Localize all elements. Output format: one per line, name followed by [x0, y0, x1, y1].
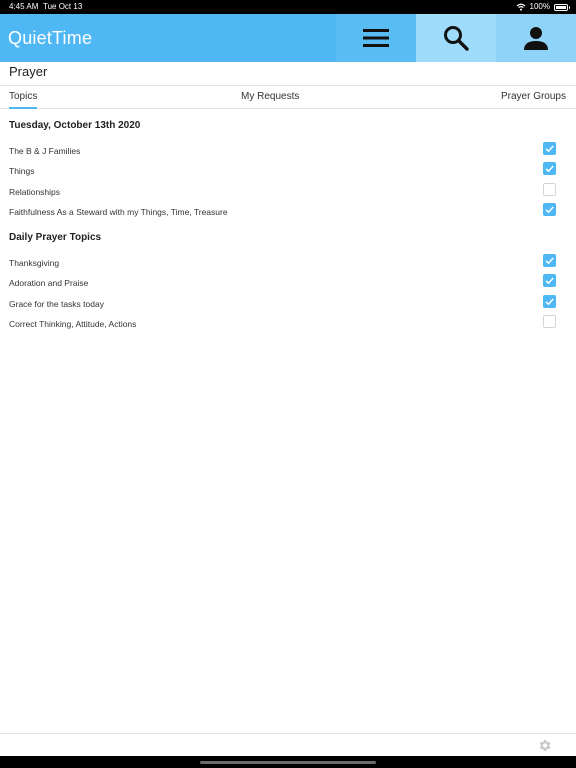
home-indicator-bar	[0, 756, 576, 768]
battery-percent: 100%	[529, 2, 550, 11]
tab-topics[interactable]: Topics	[9, 86, 38, 109]
topic-label: Faithfulness As a Steward with my Things…	[9, 207, 228, 217]
tab-prayer-groups[interactable]: Prayer Groups	[501, 86, 566, 108]
topic-checkbox[interactable]	[543, 295, 556, 308]
status-right: 100%	[516, 0, 570, 14]
bottom-toolbar	[0, 733, 576, 757]
list-item: Correct Thinking, Attitude, Actions	[9, 315, 557, 335]
topic-label: Relationships	[9, 187, 61, 197]
app-title: QuietTime	[8, 28, 93, 48]
section-heading: Tuesday, October 13th 2020	[9, 120, 141, 131]
topic-checkbox[interactable]	[543, 162, 556, 175]
topic-checkbox[interactable]	[543, 274, 556, 287]
page-title: Prayer	[9, 64, 48, 79]
search-icon	[444, 26, 469, 51]
topic-label: Correct Thinking, Attitude, Actions	[9, 319, 137, 329]
check-icon	[545, 277, 554, 285]
topic-label: Thanksgiving	[9, 258, 60, 268]
topic-checkbox[interactable]	[543, 254, 556, 267]
list-item: The B & J Families	[9, 142, 557, 162]
profile-icon	[524, 27, 548, 50]
topic-checkbox[interactable]	[543, 203, 556, 216]
check-icon	[545, 206, 554, 214]
list-item: Faithfulness As a Steward with my Things…	[9, 203, 557, 223]
profile-button[interactable]	[496, 14, 576, 62]
app-bar: QuietTime	[0, 14, 576, 62]
settings-button[interactable]	[537, 738, 552, 758]
topic-checkbox[interactable]	[543, 183, 556, 196]
status-date: Tue Oct 13	[43, 2, 83, 11]
check-icon	[545, 165, 554, 173]
tab-my-requests[interactable]: My Requests	[241, 86, 299, 108]
list-item: Things	[9, 162, 557, 182]
list-item: Relationships	[9, 183, 557, 203]
topic-checkbox[interactable]	[543, 142, 556, 155]
menu-button[interactable]	[336, 14, 416, 62]
tab-bar: Topics My Requests Prayer Groups	[0, 85, 576, 109]
gear-icon	[539, 740, 551, 751]
topic-checkbox[interactable]	[543, 315, 556, 328]
home-indicator[interactable]	[200, 761, 376, 764]
status-time: 4:45 AM	[9, 2, 39, 11]
section-heading: Daily Prayer Topics	[9, 232, 102, 243]
wifi-icon	[516, 3, 525, 11]
check-icon	[545, 298, 554, 306]
menu-icon	[363, 29, 389, 47]
list-item: Thanksgiving	[9, 254, 557, 274]
topic-label: Grace for the tasks today	[9, 299, 104, 309]
check-icon	[545, 257, 554, 265]
check-icon	[545, 145, 554, 153]
list-item: Grace for the tasks today	[9, 295, 557, 315]
search-button[interactable]	[416, 14, 496, 62]
topic-label: Things	[9, 166, 35, 176]
battery-icon	[554, 3, 570, 11]
topic-label: The B & J Families	[9, 146, 81, 156]
status-bar: 4:45 AM Tue Oct 13 100%	[0, 0, 576, 14]
topic-label: Adoration and Praise	[9, 278, 89, 288]
list-item: Adoration and Praise	[9, 274, 557, 294]
